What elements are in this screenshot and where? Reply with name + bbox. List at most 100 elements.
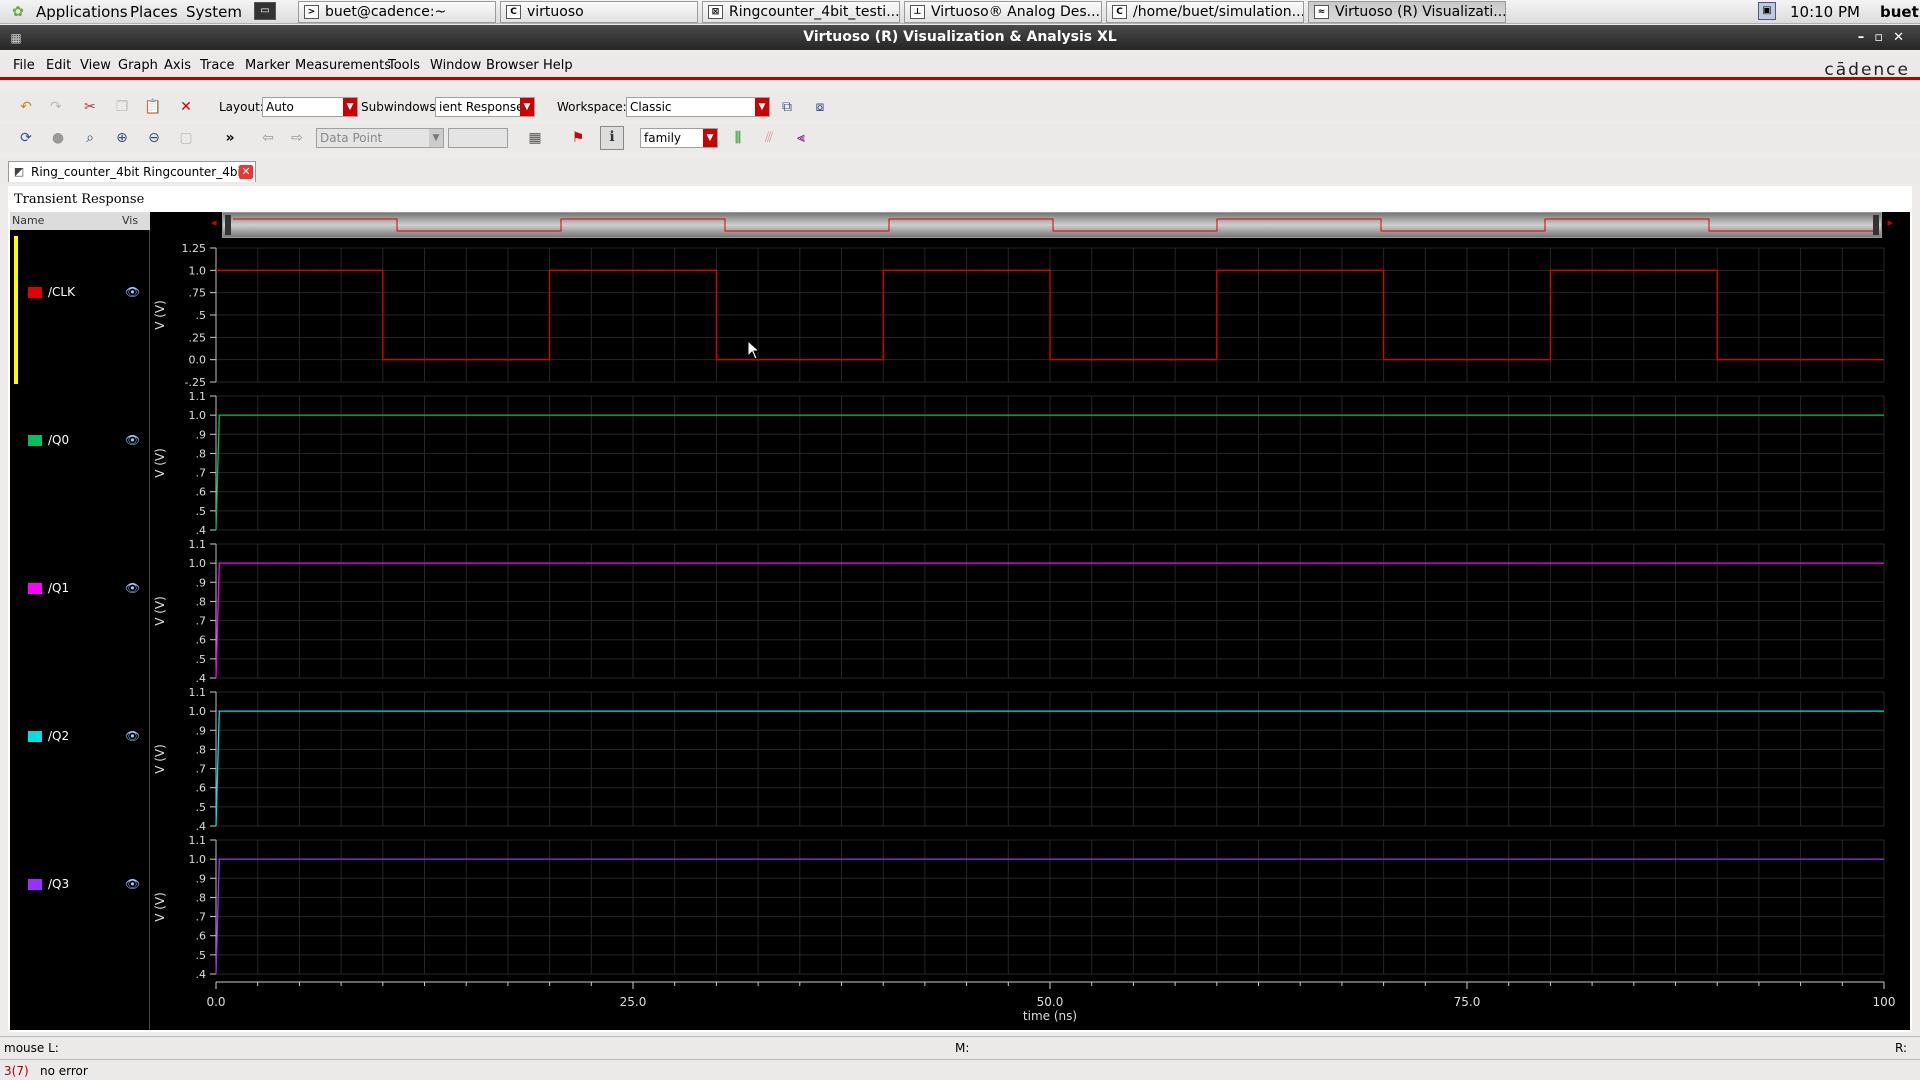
task-visualization[interactable]: ≈ Virtuoso (R) Visualizati... bbox=[1308, 1, 1506, 23]
network-icon[interactable]: ▣ bbox=[1758, 2, 1776, 20]
history-back-icon[interactable]: ⇦ bbox=[258, 128, 278, 148]
strip-clk[interactable]: 1.25 1.0 .75 .5 .25 0.0 -.25 V (V) bbox=[153, 242, 1885, 389]
zoom-in-icon[interactable]: ⊕ bbox=[112, 128, 132, 148]
marker-flag-icon[interactable]: ⚑ bbox=[568, 128, 588, 148]
selected-strip-indicator bbox=[14, 236, 18, 384]
system-menu[interactable]: System bbox=[186, 3, 242, 21]
y-tick-label: .8 bbox=[196, 743, 207, 756]
waveform-icon: ≈ bbox=[1314, 5, 1329, 19]
visibility-eye-icon[interactable]: 👁 bbox=[125, 729, 140, 743]
show-desktop-icon[interactable]: ▭ bbox=[254, 2, 276, 20]
stack-traces-icon[interactable]: ⫷ bbox=[791, 128, 811, 148]
info-toggle-icon[interactable]: ℹ bbox=[600, 126, 624, 150]
gnome-foot-icon[interactable]: ✿ bbox=[8, 2, 28, 22]
chevron-down-icon: ▼ bbox=[343, 98, 357, 116]
strip-q1[interactable]: 1.1 1.0 .9 .8 .7 .6 .5 .4 V (V) bbox=[153, 538, 1885, 685]
undo-icon[interactable]: ↶ bbox=[16, 97, 36, 117]
workspace-save-icon[interactable]: ⧉ bbox=[777, 97, 797, 117]
window-menu-icon[interactable]: ▦ bbox=[6, 28, 26, 48]
strip-q3[interactable]: 1.1 1.0 .9 .8 .7 .6 .5 .4 V (V) bbox=[153, 834, 1885, 981]
marker-mode-select[interactable]: Data Point ▼ bbox=[316, 128, 444, 148]
x-axis: 0.0 25.0 50.0 75.0 100 time (ns) bbox=[206, 981, 1895, 1023]
menu-graph[interactable]: Graph bbox=[118, 58, 158, 73]
menu-trace[interactable]: Trace bbox=[200, 58, 235, 73]
close-icon[interactable]: ✕ bbox=[1893, 30, 1914, 45]
task-label: buet@cadence:~ bbox=[325, 4, 447, 20]
paste-icon[interactable]: 📋 bbox=[143, 97, 163, 117]
menu-tools[interactable]: Tools bbox=[388, 58, 420, 73]
legend-item-q0[interactable]: /Q0 👁 bbox=[10, 432, 150, 450]
waveform-plot[interactable]: 1.25 1.0 .75 .5 .25 0.0 -.25 V (V) 1.1 1.0 .9 .8 .7.… bbox=[142, 240, 1902, 1030]
calculator-icon[interactable]: ▦ bbox=[525, 128, 545, 148]
menu-measurements[interactable]: Measurements bbox=[295, 58, 391, 73]
task-schematic[interactable]: ⊠ Ringcounter_4bit_testi... bbox=[702, 1, 900, 23]
strip-q2[interactable]: 1.1 1.0 .9 .8 .7 .6 .5 .4 V (V) bbox=[153, 686, 1885, 833]
y-tick-label: 1.1 bbox=[189, 390, 207, 403]
user-name[interactable]: buet bbox=[1880, 3, 1919, 21]
y-tick-label: .4 bbox=[196, 820, 207, 833]
task-ade[interactable]: ⟂ Virtuoso® Analog Des... bbox=[904, 1, 1102, 23]
menu-file[interactable]: File bbox=[13, 58, 35, 73]
scroll-right-icon[interactable]: ▸ bbox=[1887, 216, 1893, 229]
legend-item-q2[interactable]: /Q2 👁 bbox=[10, 728, 150, 746]
x-tick-label: 0.0 bbox=[206, 995, 225, 1009]
family-value: family bbox=[644, 131, 682, 145]
layout-select[interactable]: Auto ▼ bbox=[262, 97, 358, 117]
menu-window[interactable]: Window bbox=[430, 58, 481, 73]
legend-item-clk[interactable]: /CLK 👁 bbox=[10, 284, 150, 302]
window-title: Virtuoso (R) Visualization & Analysis XL bbox=[803, 29, 1117, 45]
mouse-status-bar: mouse L: M: R: bbox=[0, 1036, 1920, 1058]
window-tab-strip: ◩ Ring_counter_4bit Ringcounter_4bi... ✕ bbox=[0, 158, 1920, 184]
clock[interactable]: 10:10 PM bbox=[1790, 3, 1860, 21]
menu-view[interactable]: View bbox=[80, 58, 111, 73]
family-select[interactable]: family ▼ bbox=[640, 128, 718, 148]
redo-icon[interactable]: ↷ bbox=[46, 97, 66, 117]
zoom-fit-icon[interactable]: ⌕ bbox=[80, 128, 100, 148]
minimize-icon[interactable]: – bbox=[1858, 30, 1875, 45]
visibility-eye-icon[interactable]: 👁 bbox=[125, 285, 140, 299]
task-simulation-log[interactable]: C/home/buet/simulation... bbox=[1106, 1, 1304, 23]
menu-marker[interactable]: Marker bbox=[245, 58, 290, 73]
toolbar-overflow-icon[interactable]: » bbox=[220, 128, 240, 148]
copy-icon[interactable]: ❐ bbox=[112, 97, 132, 117]
maximize-icon[interactable]: ▫ bbox=[1874, 30, 1893, 45]
scroll-left-icon[interactable]: ◂ bbox=[211, 216, 217, 229]
applications-menu[interactable]: Applications bbox=[36, 3, 128, 21]
places-menu[interactable]: Places bbox=[130, 3, 178, 21]
legend-item-q1[interactable]: /Q1 👁 bbox=[10, 580, 150, 598]
stop-icon[interactable]: ● bbox=[48, 128, 68, 148]
y-tick-label: .8 bbox=[196, 447, 207, 460]
zoom-out-icon[interactable]: ⊖ bbox=[144, 128, 164, 148]
y-tick-label: 1.0 bbox=[189, 557, 207, 570]
delete-icon[interactable]: ✕ bbox=[176, 97, 196, 117]
workspace-select[interactable]: Classic ▼ bbox=[626, 97, 770, 117]
visibility-eye-icon[interactable]: 👁 bbox=[125, 877, 140, 891]
refresh-icon[interactable]: ⟳ bbox=[16, 128, 36, 148]
menu-edit[interactable]: Edit bbox=[46, 58, 71, 73]
zoom-box-icon[interactable]: ▢ bbox=[176, 128, 196, 148]
split-traces-icon[interactable]: ⫼ bbox=[728, 128, 748, 148]
window-titlebar[interactable]: ▦ Virtuoso (R) Visualization & Analysis … bbox=[0, 25, 1920, 50]
strip-q0[interactable]: 1.1 1.0 .9 .8 .7 .6 .5 .4 V (V) bbox=[153, 390, 1885, 537]
legend-item-q3[interactable]: /Q3 👁 bbox=[10, 876, 150, 894]
cut-icon[interactable]: ✂ bbox=[80, 97, 100, 117]
task-virtuoso[interactable]: Cvirtuoso bbox=[500, 1, 698, 23]
visibility-eye-icon[interactable]: 👁 bbox=[125, 581, 140, 595]
task-terminal[interactable]: > buet@cadence:~ bbox=[298, 1, 496, 23]
menu-axis[interactable]: Axis bbox=[164, 58, 191, 73]
tab-ring-counter[interactable]: ◩ Ring_counter_4bit Ringcounter_4bi... ✕ bbox=[8, 161, 256, 182]
marker-value-input[interactable] bbox=[448, 128, 508, 148]
x-zoom-scrollbar[interactable]: ◂ ▸ bbox=[211, 212, 1893, 238]
marker-mode-value: Data Point bbox=[320, 131, 383, 145]
workspace-load-icon[interactable]: ⧇ bbox=[810, 97, 830, 117]
overlay-traces-icon[interactable]: ⫻ bbox=[759, 128, 779, 148]
history-forward-icon[interactable]: ⇨ bbox=[287, 128, 307, 148]
y-tick-label: .25 bbox=[189, 331, 207, 344]
y-tick-label: .9 bbox=[196, 724, 207, 737]
subwindows-select[interactable]: ient Response ▼ bbox=[435, 97, 535, 117]
y-axis-label: V (V) bbox=[153, 596, 167, 626]
close-tab-icon[interactable]: ✕ bbox=[239, 165, 253, 179]
menu-help[interactable]: Help bbox=[543, 58, 573, 73]
menu-browser[interactable]: Browser bbox=[486, 58, 539, 73]
visibility-eye-icon[interactable]: 👁 bbox=[125, 433, 140, 447]
